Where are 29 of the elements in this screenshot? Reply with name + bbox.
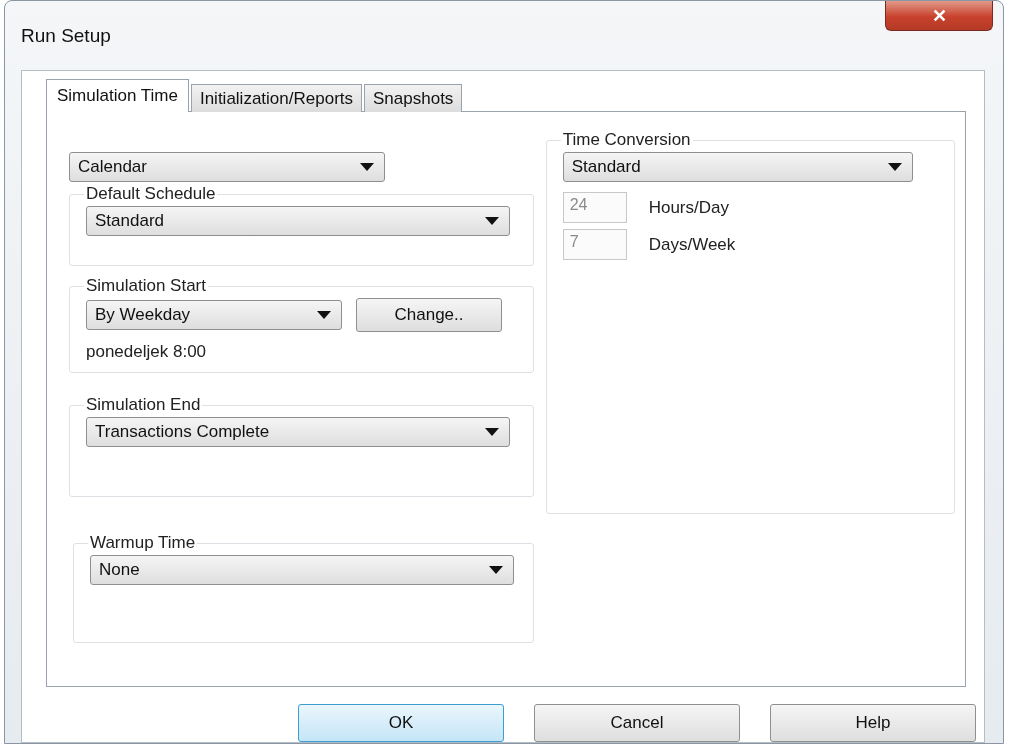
caret-icon [887,163,902,171]
change-button[interactable]: Change.. [356,298,502,332]
close-button[interactable]: ✕ [885,1,993,31]
calendar-dropdown[interactable]: Calendar [69,152,385,182]
group-title: Time Conversion [561,130,692,150]
tab[interactable]: Initialization/Reports [190,84,362,112]
start-dropdown[interactable]: By Weekday [86,300,342,330]
dialog-button[interactable]: OK [298,704,504,742]
warmup-dropdown[interactable]: None [90,555,514,585]
caret-icon [317,311,331,319]
caret-icon [485,217,499,225]
end-dropdown[interactable]: Transactions Complete [86,417,510,447]
group-title: Simulation End [85,395,202,415]
tab[interactable]: Simulation Time [46,79,189,112]
group-title: Warmup Time [89,533,197,553]
window-title: Run Setup [21,25,111,47]
tab[interactable]: Snapshots [364,84,463,112]
dialog-button[interactable]: Cancel [534,704,740,742]
caret-icon [485,428,499,436]
conversion-dropdown[interactable]: Standard [562,152,913,182]
start-summary: ponedeljek 8:00 [86,342,208,362]
field-label: Hours/Day [648,197,729,218]
group-title: Simulation Start [85,276,207,296]
dialog-button[interactable]: Help [770,704,976,742]
field-label: Days/Week [648,234,736,255]
caret-icon [489,566,503,574]
group-title: Default Schedule [85,184,217,204]
schedule-dropdown[interactable]: Standard [86,206,510,236]
caret-icon [360,163,374,171]
